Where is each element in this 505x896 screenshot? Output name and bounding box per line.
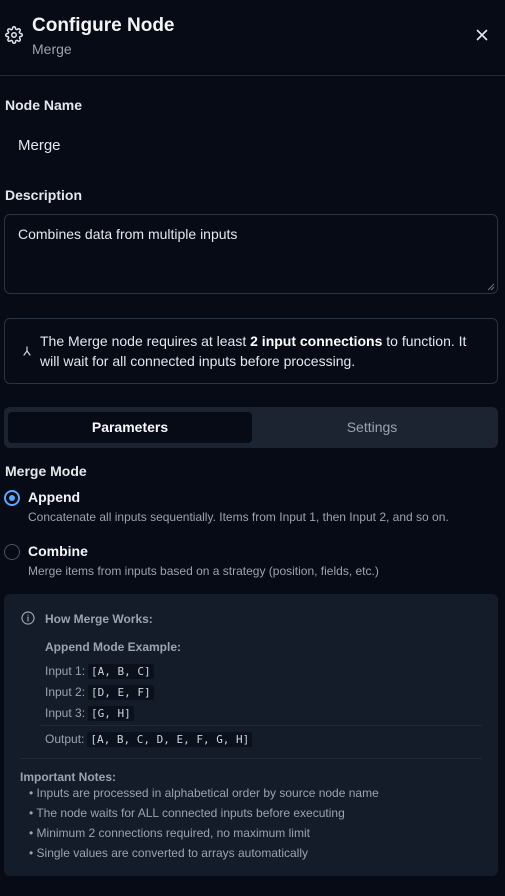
- dialog-header: Configure Node Merge: [0, 0, 505, 76]
- example-row: Input 2: [D, E, F]: [45, 685, 154, 700]
- merge-mode-label: Merge Mode: [5, 463, 87, 479]
- output-value: [A, B, C, D, E, F, G, H]: [87, 732, 253, 747]
- description-label: Description: [5, 187, 83, 203]
- how-merge-works-panel: How Merge Works: Append Mode Example: In…: [4, 594, 498, 876]
- close-icon[interactable]: [473, 26, 491, 44]
- note-item: • Minimum 2 connections required, no max…: [29, 826, 310, 840]
- important-notes-title: Important Notes:: [20, 770, 116, 784]
- example-title: Append Mode Example:: [45, 640, 182, 654]
- dialog-subtitle: Merge: [32, 41, 72, 57]
- dialog-title: Configure Node: [32, 15, 175, 36]
- example-value: [G, H]: [88, 706, 134, 721]
- divider: [20, 758, 482, 759]
- radio-combine[interactable]: [4, 544, 20, 560]
- note-item: • Single values are converted to arrays …: [29, 846, 309, 860]
- option-combine-label[interactable]: Combine: [28, 543, 88, 559]
- output-row: Output: [A, B, C, D, E, F, G, H]: [45, 732, 253, 747]
- gear-icon: [5, 26, 23, 44]
- radio-append[interactable]: [4, 490, 20, 506]
- tab-parameters[interactable]: Parameters: [8, 412, 252, 443]
- merge-info-callout: The Merge node requires at least 2 input…: [4, 318, 498, 384]
- node-name-label: Node Name: [5, 97, 83, 113]
- tab-settings[interactable]: Settings: [250, 412, 494, 443]
- divider: [41, 725, 482, 726]
- how-merge-works-title: How Merge Works:: [45, 612, 153, 626]
- resize-grip-icon[interactable]: [487, 283, 495, 291]
- merge-info-text: The Merge node requires at least 2 input…: [40, 333, 467, 369]
- example-row: Input 3: [G, H]: [45, 706, 134, 721]
- note-item: • Inputs are processed in alphabetical o…: [29, 786, 379, 800]
- option-combine-description: Merge items from inputs based on a strat…: [28, 564, 379, 578]
- info-icon: [21, 611, 35, 625]
- tab-bar: Parameters Settings: [4, 407, 498, 448]
- note-item: • The node waits for ALL connected input…: [29, 806, 345, 820]
- example-value: [D, E, F]: [88, 685, 154, 700]
- description-text: Combines data from multiple inputs: [18, 226, 238, 242]
- example-value: [A, B, C]: [88, 664, 154, 679]
- option-append-label[interactable]: Append: [28, 489, 80, 505]
- option-append-description: Concatenate all inputs sequentially. Ite…: [28, 510, 449, 524]
- description-textarea[interactable]: Combines data from multiple inputs: [4, 214, 498, 294]
- merge-icon: [23, 346, 31, 356]
- node-name-input[interactable]: Merge: [18, 137, 61, 154]
- example-row: Input 1: [A, B, C]: [45, 664, 154, 679]
